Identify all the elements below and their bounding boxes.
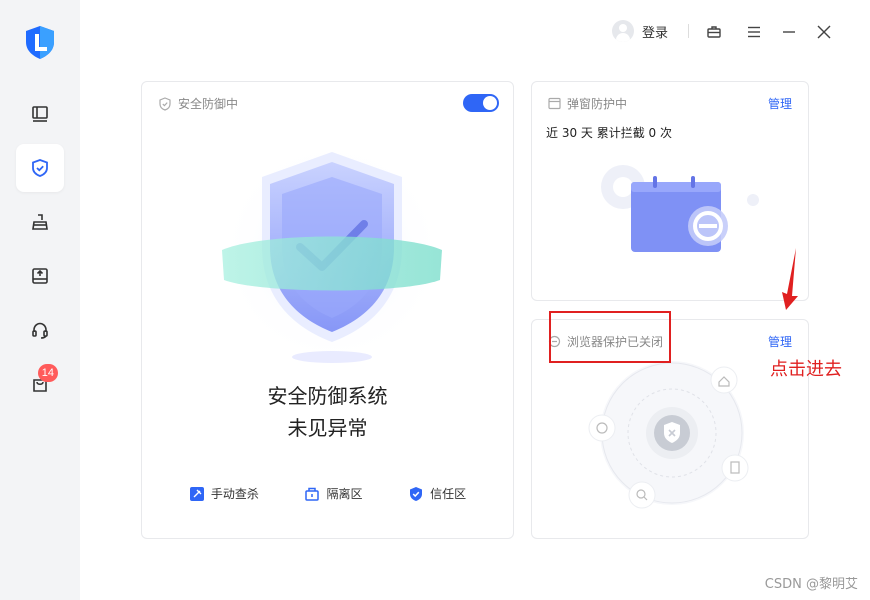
- top-bar: 登录: [570, 0, 870, 64]
- notification-badge: 14: [37, 364, 58, 382]
- nav-item-clean[interactable]: [16, 198, 64, 246]
- status-line-2: 未见异常: [287, 416, 368, 440]
- login-button[interactable]: 登录: [612, 20, 668, 42]
- protection-title: 安全防御中: [158, 95, 238, 112]
- popup-manage-link[interactable]: 管理: [768, 95, 792, 112]
- close-icon: [817, 25, 831, 39]
- scan-icon: [189, 486, 204, 501]
- close-button[interactable]: [812, 20, 836, 44]
- nav-item-support[interactable]: [16, 306, 64, 354]
- protection-toggle[interactable]: [463, 94, 499, 112]
- quarantine-label: 隔离区: [326, 487, 363, 501]
- nav-item-security[interactable]: [16, 144, 64, 192]
- nav-item-computer[interactable]: [16, 90, 64, 138]
- big-shield-illustration: [217, 137, 447, 367]
- login-label: 登录: [642, 25, 669, 41]
- menu-icon: [748, 26, 760, 38]
- divider: [688, 24, 689, 38]
- trust-zone-label: 信任区: [430, 487, 467, 501]
- app-logo: [22, 24, 58, 60]
- popup-protection-card: 弹窗防护中 管理 近 30 天 累计拦截 0 次: [531, 81, 809, 301]
- broom-icon: [32, 214, 48, 230]
- watermark: CSDN @黎明艾: [764, 577, 858, 592]
- trust-shield-icon: [410, 486, 423, 501]
- browser-orbit-illustration: [588, 361, 749, 509]
- protection-card: 安全防御中 安全防御系统 未见异常 手动查杀 隔离区 信任区: [141, 81, 514, 539]
- manual-scan-label: 手动查杀: [210, 487, 259, 501]
- browser-manage-link[interactable]: 管理: [768, 333, 792, 350]
- shield-check-icon: [32, 159, 48, 177]
- manual-scan-button[interactable]: 手动查杀: [189, 485, 259, 502]
- sidebar: 14: [0, 0, 80, 600]
- shield-outline-icon: [159, 96, 171, 111]
- popup-stat: 近 30 天 累计拦截 0 次: [546, 126, 672, 140]
- protection-actions: 手动查杀 隔离区 信任区: [142, 485, 513, 502]
- highlight-box: [549, 311, 671, 363]
- headset-icon: [32, 322, 48, 339]
- avatar: [612, 20, 634, 42]
- toolbox-button[interactable]: [702, 20, 726, 44]
- window-icon: [548, 97, 561, 110]
- annotation-text: 点击进去: [770, 359, 842, 380]
- minimize-button[interactable]: [777, 20, 801, 44]
- quarantine-button[interactable]: 隔离区: [304, 485, 362, 502]
- calendar-block-illustration: [601, 165, 759, 252]
- nav-item-store[interactable]: 14: [16, 360, 64, 408]
- protection-title-text: 安全防御中: [178, 97, 239, 111]
- trust-zone-button[interactable]: 信任区: [408, 485, 466, 502]
- popup-title-text: 弹窗防护中: [567, 97, 628, 111]
- minimize-icon: [783, 31, 795, 33]
- menu-button[interactable]: [742, 20, 766, 44]
- status-line-1: 安全防御系统: [267, 384, 388, 408]
- popup-title: 弹窗防护中: [548, 95, 627, 112]
- monitor-icon: [32, 106, 48, 122]
- upload-box-icon: [32, 268, 48, 284]
- annotation-arrow-icon: [782, 248, 798, 310]
- nav-item-software[interactable]: [16, 252, 64, 300]
- toolbox-icon: [707, 26, 721, 38]
- quarantine-icon: [305, 487, 320, 501]
